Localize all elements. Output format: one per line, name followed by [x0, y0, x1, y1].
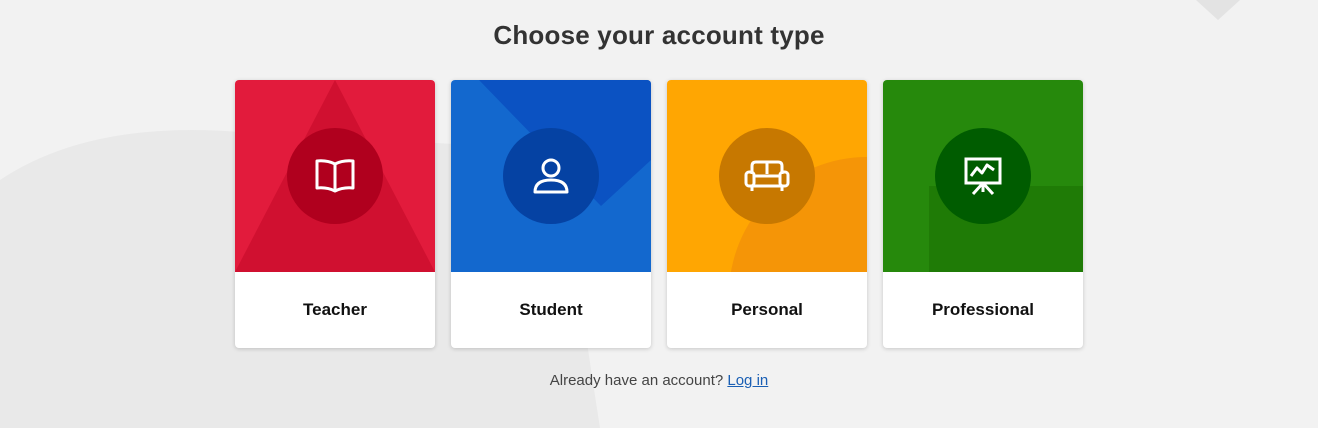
personal-card-banner	[667, 80, 867, 272]
login-prompt-text: Already have an account?	[549, 372, 724, 389]
teacher-icon-circle	[287, 128, 383, 224]
login-prompt: Already have an account? Log in	[0, 372, 1318, 389]
personal-card[interactable]: Personal	[667, 80, 867, 348]
personal-icon-circle	[719, 128, 815, 224]
sofa-icon	[744, 160, 790, 191]
login-link[interactable]: Log in	[727, 372, 768, 389]
student-icon-circle	[503, 128, 599, 224]
book-icon	[315, 159, 355, 193]
student-card-label: Student	[519, 300, 583, 319]
professional-card-banner	[883, 80, 1083, 272]
account-type-cards: Teacher Student Personal Professional	[235, 80, 1083, 348]
professional-icon-circle	[935, 128, 1031, 224]
student-card-banner	[451, 80, 651, 272]
page-title: Choose your account type	[493, 20, 825, 50]
teacher-card-banner	[235, 80, 435, 272]
professional-card-label: Professional	[931, 300, 1035, 319]
user-icon	[533, 158, 569, 194]
student-card[interactable]: Student	[451, 80, 651, 348]
presentation-icon	[964, 157, 1002, 196]
teacher-card-label: Teacher	[303, 300, 367, 319]
personal-card-label: Personal	[731, 300, 803, 319]
professional-card[interactable]: Professional	[883, 80, 1083, 348]
teacher-card[interactable]: Teacher	[235, 80, 435, 348]
